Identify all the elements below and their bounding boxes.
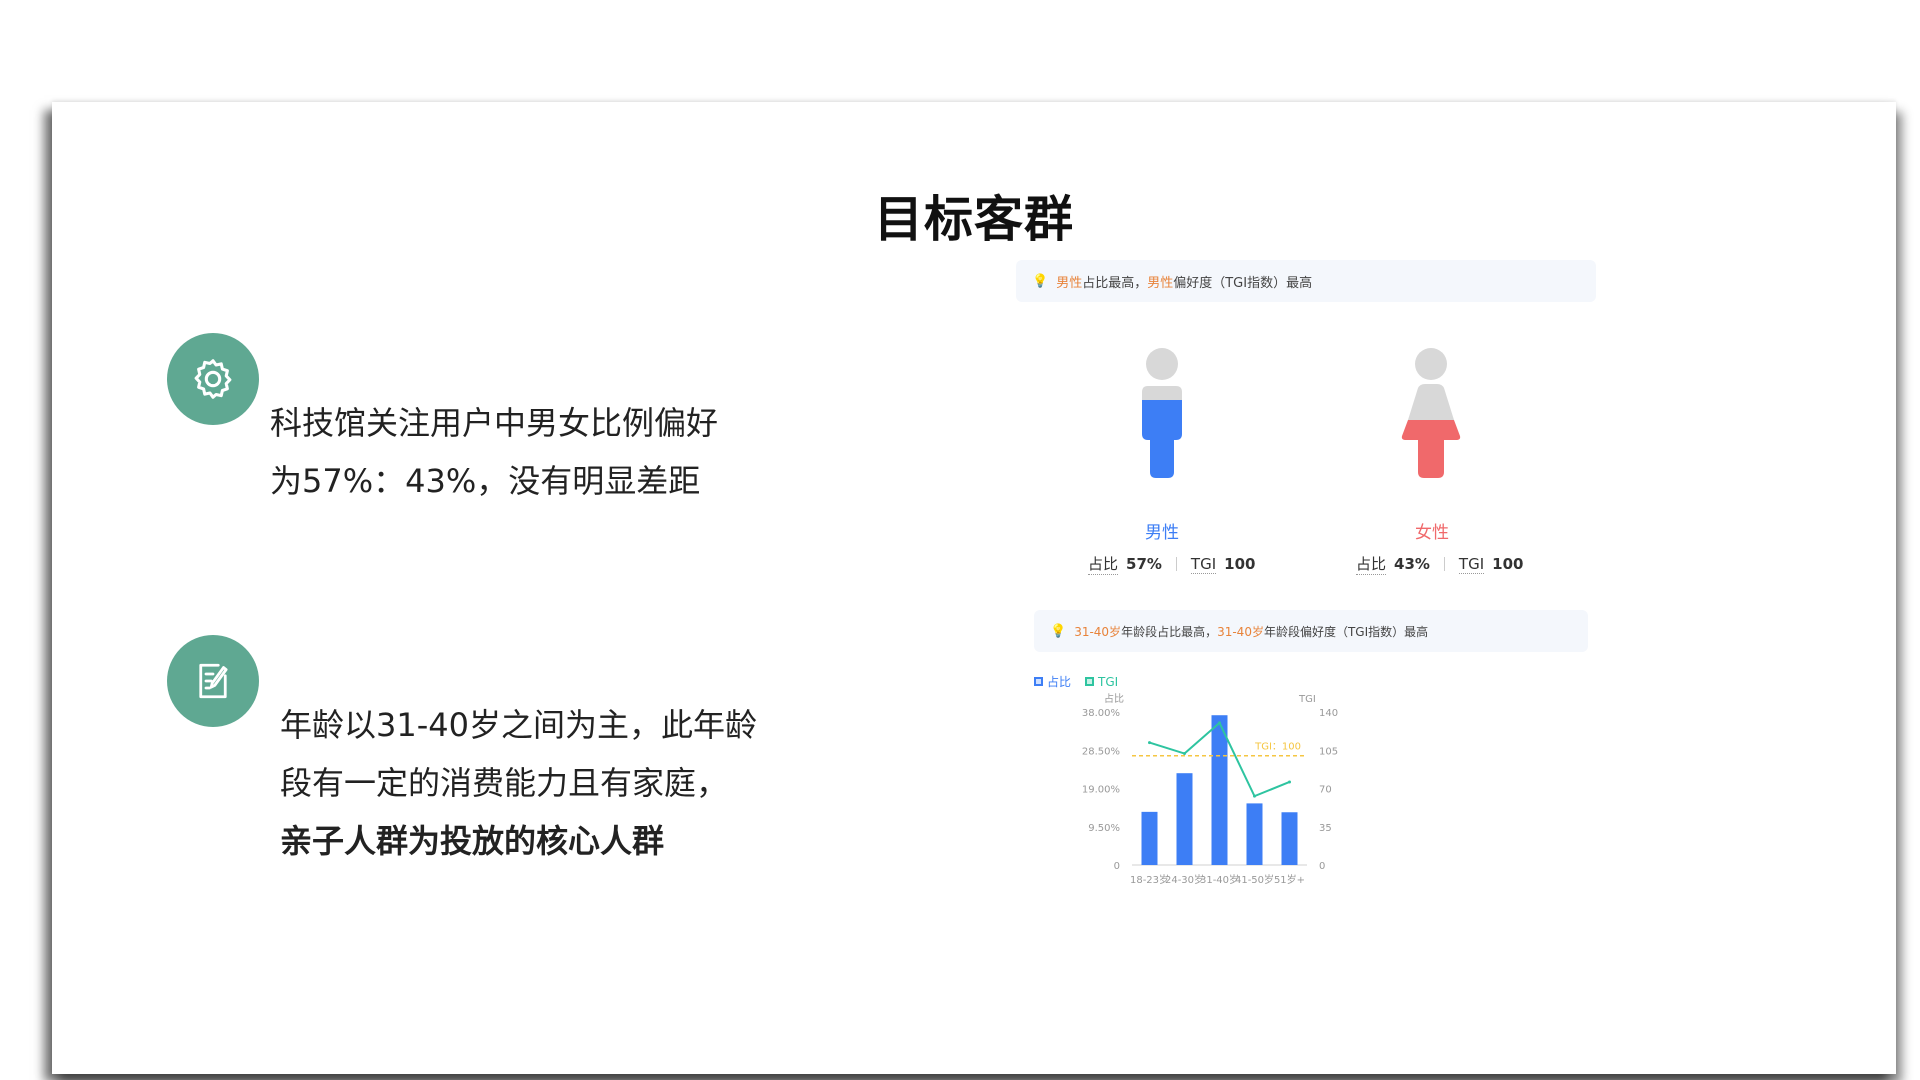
y-right-tick-label: 140	[1319, 708, 1338, 719]
gear-icon	[167, 333, 259, 425]
bar-share	[1176, 773, 1193, 865]
chart-legend: 占比 TGI	[1034, 673, 1118, 690]
age-tip-highlight-1: 31-40岁	[1074, 624, 1122, 639]
stats-divider	[1175, 557, 1177, 571]
male-tgi-key: TGI	[1190, 554, 1217, 574]
point-tgi	[1218, 721, 1221, 725]
female-tgi-value: 100	[1492, 555, 1524, 573]
point-1-text: 科技馆关注用户中男女比例偏好 为57%：43%，没有明显差距	[270, 394, 718, 510]
y-right-tick-label: 0	[1319, 861, 1325, 872]
point-tgi	[1253, 794, 1256, 798]
gender-tip-text-2: 偏好度（TGI指数）最高	[1173, 275, 1313, 291]
age-distribution-chart: 占比 TGI 0 9.50% 19.00% 28.50% 38.00% 0 35 70 105 140…	[1082, 692, 1338, 886]
male-label: 男性	[1145, 523, 1179, 543]
gender-tip-bar: 💡 男性 占比最高， 男性 偏好度（TGI指数）最高	[1016, 260, 1596, 302]
page-title: 目标客群	[873, 191, 1074, 248]
female-label: 女性	[1415, 523, 1449, 543]
y-left-tick-label: 28.50%	[1082, 746, 1120, 757]
bar-share	[1246, 803, 1263, 865]
stats-divider	[1443, 557, 1445, 571]
lightbulb-icon: 💡	[1032, 273, 1049, 289]
point-tgi	[1183, 752, 1186, 756]
y-right-tick-label: 105	[1319, 746, 1338, 757]
point-1-line-1: 科技馆关注用户中男女比例偏好	[270, 404, 719, 442]
legend-label-share: 占比	[1047, 675, 1072, 689]
female-share-value: 43%	[1394, 555, 1430, 573]
y-left-tick-label: 38.00%	[1082, 708, 1120, 719]
bar-share	[1141, 811, 1158, 865]
female-share-key: 占比	[1356, 555, 1387, 575]
male-figure-icon	[1142, 348, 1182, 478]
y-left-tick-label: 0	[1114, 861, 1120, 872]
y-left-tick-label: 9.50%	[1088, 823, 1120, 834]
age-tip-highlight-2: 31-40岁	[1217, 624, 1264, 639]
x-tick-label: 31-40岁	[1200, 873, 1239, 886]
slide: 目标客群 科技馆关注用户中男女比例偏好 为57%：43%，没有明显差距 年龄以3…	[52, 102, 1896, 1074]
legend-item-tgi[interactable]: TGI	[1085, 675, 1118, 689]
y-left-tick-label: 19.00%	[1082, 785, 1120, 796]
male-stats: 占比 57% TGI 100	[1088, 553, 1255, 575]
point-tgi	[1148, 741, 1151, 745]
legend-item-share[interactable]: 占比	[1034, 673, 1071, 690]
female-stats: 占比 43% TGI 100	[1356, 553, 1523, 575]
bar-share	[1281, 812, 1298, 865]
gender-tip-highlight-1: 男性	[1056, 275, 1083, 291]
y-right-tick-label: 70	[1319, 785, 1332, 796]
point-2-text: 年龄以31-40岁之间为主，此年龄 段有一定的消费能力且有家庭， 亲子人群为投放…	[280, 696, 757, 870]
y-left-axis-title: 占比	[1104, 692, 1124, 705]
point-2-line-2: 段有一定的消费能力且有家庭，	[280, 764, 729, 802]
male-share-key: 占比	[1088, 555, 1119, 575]
age-tip-text-2: 年龄段偏好度（TGI指数）最高	[1263, 624, 1429, 639]
female-figure-icon	[1401, 348, 1461, 478]
tgi-reference-label: TGI：100	[1254, 742, 1301, 753]
lightbulb-icon: 💡	[1050, 623, 1067, 639]
female-tgi-key: TGI	[1458, 554, 1485, 574]
x-tick-label: 51岁+	[1274, 873, 1305, 886]
x-tick-label: 18-23岁	[1130, 873, 1169, 886]
legend-label-tgi: TGI	[1098, 674, 1119, 689]
x-tick-label: 24-30岁	[1165, 873, 1204, 886]
point-1-line-2: 为57%：43%，没有明显差距	[270, 462, 701, 500]
legend-swatch-share	[1034, 677, 1043, 686]
legend-swatch-tgi	[1085, 677, 1095, 686]
y-right-axis-title: TGI	[1298, 694, 1316, 705]
gender-tip-text-1: 占比最高，	[1082, 275, 1148, 291]
point-2-line-3: 亲子人群为投放的核心人群	[280, 822, 665, 860]
bar-share	[1211, 715, 1228, 865]
y-right-tick-label: 35	[1319, 823, 1332, 834]
point-tgi	[1288, 780, 1291, 784]
male-tgi-value: 100	[1224, 555, 1256, 573]
point-2-line-1: 年龄以31-40岁之间为主，此年龄	[280, 706, 757, 744]
gender-tip-highlight-2: 男性	[1147, 275, 1174, 291]
age-tip-bar: 💡 31-40岁 年龄段占比最高， 31-40岁 年龄段偏好度（TGI指数）最高	[1034, 610, 1588, 652]
x-tick-label: 41-50岁	[1235, 873, 1274, 886]
male-share-value: 57%	[1126, 555, 1162, 573]
edit-document-icon	[167, 635, 259, 727]
age-tip-text-1: 年龄段占比最高，	[1121, 624, 1218, 639]
